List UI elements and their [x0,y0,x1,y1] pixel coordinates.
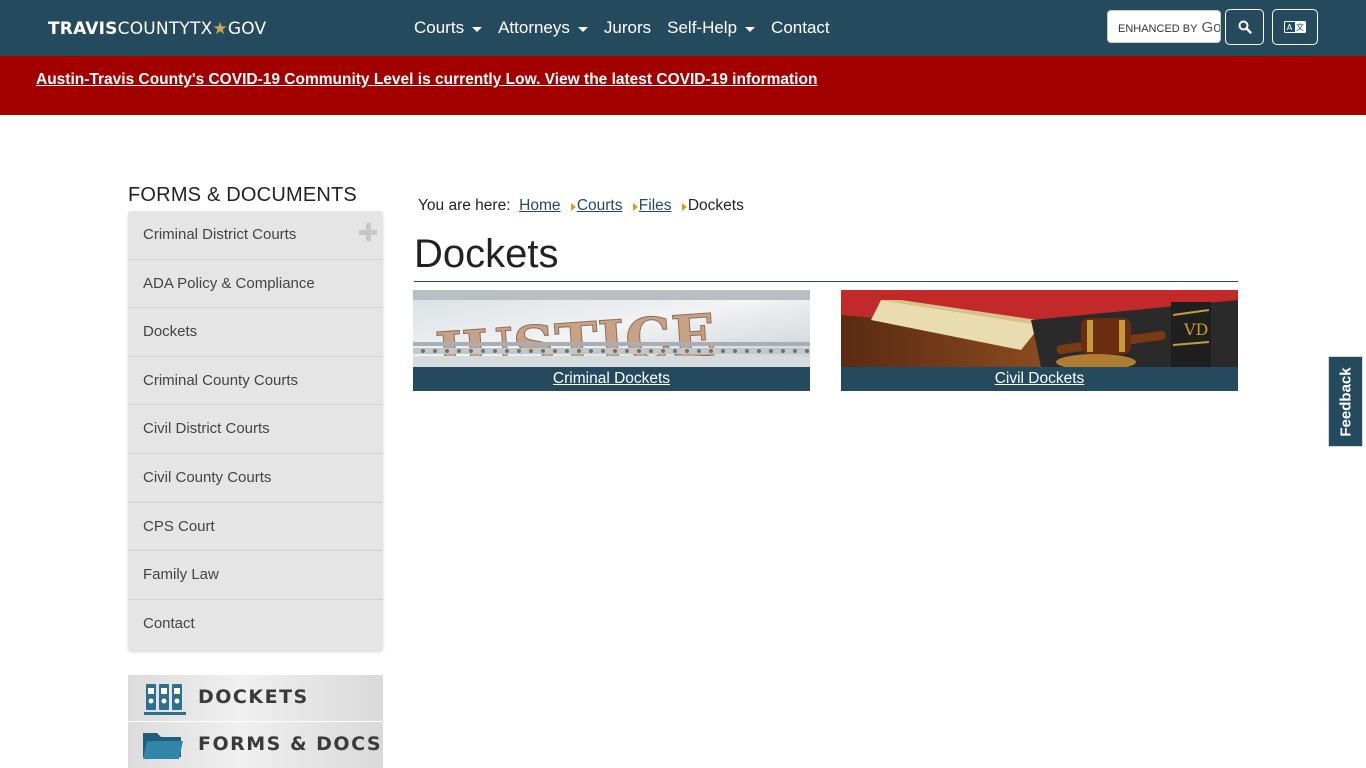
feedback-tab[interactable]: Feedback [1328,356,1363,447]
sidebar-item-label: ADA Policy & Compliance [143,274,315,292]
sidebar-item-criminal-district-courts[interactable]: Criminal District Courts [128,211,383,260]
sidebar-item-criminal-county-courts[interactable]: Criminal County Courts [128,357,383,406]
search-input[interactable]: ENHANCED BY Go [1107,10,1221,43]
breadcrumb-files-link[interactable]: Files [639,197,672,214]
folder-icon [143,733,183,759]
sidebar-item-label: CPS Court [143,517,215,535]
nav-contact-label: Contact [771,18,830,37]
sidebar-item-label: Contact [143,614,195,632]
civil-dockets-card[interactable]: VD Civil Dockets [841,290,1238,391]
sidebar-item-label: Civil District Courts [143,420,270,438]
logo-text-gov: GOV [227,19,267,39]
svg-text:A: A [1287,23,1293,32]
sidebar-item-ada-policy[interactable]: ADA Policy & Compliance [128,260,383,309]
sidebar-item-civil-district-courts[interactable]: Civil District Courts [128,405,383,454]
magnifier-icon [1238,20,1252,34]
chevron-down-icon [577,26,588,32]
svg-text:文: 文 [1296,22,1304,32]
nav-attorneys[interactable]: Attorneys [498,18,588,38]
top-navbar: TRAVISCOUNTYTX★GOV Courts Attorneys Juro… [0,0,1366,56]
sidebar-item-label: Family Law [143,566,219,584]
covid-alert-banner: Austin-Travis County's COVID-19 Communit… [0,56,1366,115]
page-title: Dockets [414,232,559,276]
nav-attorneys-label: Attorneys [498,18,570,37]
translate-icon: A 文 [1284,21,1306,33]
forms-docs-promo-label: FORMS & DOCS [198,733,383,755]
language-button[interactable]: A 文 [1272,9,1318,45]
dockets-promo-button[interactable]: DOCKETS [128,675,383,721]
nav-courts[interactable]: Courts [414,18,483,38]
justice-engraving-image: JUSTICE [413,290,810,367]
logo-star-icon: ★ [212,19,228,39]
feedback-label: Feedback [1337,366,1354,437]
forms-docs-promo-button[interactable]: FORMS & DOCS [128,722,383,768]
breadcrumb-arrow-icon [570,203,576,211]
nav-jurors[interactable]: Jurors [604,18,651,38]
criminal-dockets-caption: Criminal Dockets [413,367,810,391]
sidebar-item-family-law[interactable]: Family Law [128,551,383,600]
breadcrumb-arrow-icon [632,203,638,211]
sidebar-item-cps-court[interactable]: CPS Court [128,503,383,552]
nav-courts-label: Courts [414,18,465,37]
expand-plus-icon[interactable] [359,223,377,241]
breadcrumb-prefix: You are here: [418,197,511,214]
logo-text-tx: TX [190,19,213,39]
breadcrumb-current: Dockets [687,197,744,214]
covid-alert-link[interactable]: Austin-Travis County's COVID-19 Communit… [36,71,817,89]
breadcrumb-arrow-icon [681,203,687,211]
search-brand-text: Go [1201,19,1221,36]
sidebar-title: FORMS & DOCUMENTS [128,184,357,206]
criminal-dockets-card[interactable]: JUSTICE Criminal Dockets [413,290,810,391]
search-button[interactable] [1225,9,1264,45]
logo-text-county: COUNTY [117,19,191,39]
chevron-down-icon [745,26,756,32]
civil-dockets-link[interactable]: Civil Dockets [995,370,1085,387]
sidebar-item-contact[interactable]: Contact [128,600,383,650]
sidebar-item-label: Dockets [143,323,198,341]
nav-self-help[interactable]: Self-Help [667,18,756,38]
civil-dockets-caption: Civil Dockets [841,367,1238,391]
site-logo[interactable]: TRAVISCOUNTYTX★GOV [48,19,266,39]
svg-text:VD: VD [1183,320,1208,339]
criminal-dockets-link[interactable]: Criminal Dockets [553,370,670,387]
title-divider [414,281,1238,282]
dockets-promo-label: DOCKETS [198,686,309,708]
law-book-and-gavel-image: VD [841,290,1238,367]
sidebar-menu: Criminal District Courts ADA Policy & Co… [128,211,383,650]
nav-jurors-label: Jurors [603,18,652,37]
sidebar-item-label: Criminal County Courts [143,371,299,389]
breadcrumb-home-link[interactable]: Home [519,197,560,214]
sidebar-item-dockets[interactable]: Dockets [128,308,383,357]
sidebar-item-label: Civil County Courts [143,468,272,486]
logo-text-travis: TRAVIS [48,19,118,39]
binders-icon [144,684,186,715]
sidebar-item-civil-county-courts[interactable]: Civil County Courts [128,454,383,503]
nav-contact[interactable]: Contact [771,18,830,38]
sidebar-item-label: Criminal District Courts [143,226,297,243]
breadcrumb-courts-link[interactable]: Courts [577,197,623,214]
search-placeholder: ENHANCED BY [1118,23,1198,35]
nav-self-help-label: Self-Help [667,18,738,37]
main-nav: Courts Attorneys Jurors Self-Help Contac… [414,0,846,56]
chevron-down-icon [472,26,483,32]
breadcrumb: You are here: Home Courts Files Dockets [418,197,744,215]
